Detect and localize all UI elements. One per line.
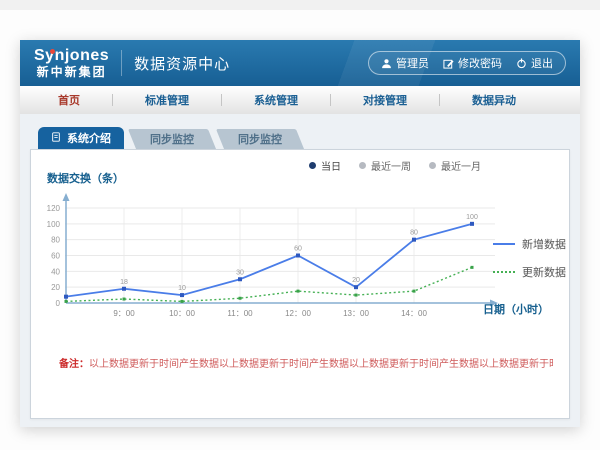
- radio-dot-icon: [429, 162, 436, 169]
- svg-text:12：00: 12：00: [285, 309, 311, 318]
- power-icon: [516, 58, 527, 69]
- header-divider: [121, 50, 122, 76]
- nav-separator: [112, 94, 113, 106]
- svg-text:9：00: 9：00: [113, 309, 135, 318]
- svg-text:11：00: 11：00: [227, 309, 253, 318]
- svg-text:30: 30: [236, 269, 244, 276]
- change-password-button[interactable]: 修改密码: [443, 55, 502, 71]
- nav-item-interface-mgmt[interactable]: 对接管理: [359, 92, 411, 108]
- nav-separator: [330, 94, 331, 106]
- radio-last-month[interactable]: 最近一月: [429, 158, 481, 173]
- page-title: 数据资源中心: [134, 53, 230, 74]
- svg-text:20: 20: [51, 283, 60, 292]
- svg-text:18: 18: [120, 279, 128, 286]
- logo-text: Synjones: [34, 48, 109, 64]
- content-area: 系统介绍 同步监控 同步监控 当日 最近一周: [20, 114, 580, 427]
- y-axis-title: 数据交换（条）: [47, 170, 124, 186]
- svg-text:60: 60: [51, 252, 60, 261]
- tab-sync-monitor-1[interactable]: 同步监控: [128, 129, 216, 149]
- legend-item-new-data: 新增数据: [493, 236, 566, 252]
- company-logo: Synjones 新中新集团: [34, 48, 109, 78]
- page-top-strip: [0, 0, 600, 10]
- chart-panel: 当日 最近一周 最近一月 数据交换（条） 0 20 40 60 80 100 120 9：00…: [30, 149, 570, 419]
- svg-text:100: 100: [466, 214, 478, 221]
- chart-legend: 新增数据 更新数据: [493, 236, 566, 280]
- svg-text:120: 120: [47, 204, 61, 213]
- nav-item-standard-mgmt[interactable]: 标准管理: [141, 92, 193, 108]
- legend-item-updated-data: 更新数据: [493, 264, 566, 280]
- logo-red-dot-icon: [50, 49, 55, 54]
- svg-text:14：00: 14：00: [401, 309, 427, 318]
- tab-sync-monitor-2[interactable]: 同步监控: [216, 129, 304, 149]
- svg-text:100: 100: [47, 220, 61, 229]
- nav-item-system-mgmt[interactable]: 系统管理: [250, 92, 302, 108]
- svg-text:60: 60: [294, 246, 302, 253]
- radio-dot-icon: [359, 162, 366, 169]
- svg-text:0: 0: [56, 299, 61, 308]
- footnote-text: 以上数据更新于时间产生数据以上数据更新于时间产生数据以上数据更新于时间产生数据以…: [89, 359, 553, 370]
- svg-text:80: 80: [410, 230, 418, 237]
- document-icon: [51, 132, 61, 145]
- svg-text:10：00: 10：00: [169, 309, 195, 318]
- app-header: Synjones 新中新集团 数据资源中心 管理员 修改密码: [20, 40, 580, 86]
- radio-last-week[interactable]: 最近一周: [359, 158, 411, 173]
- nav-item-home[interactable]: 首页: [54, 92, 84, 108]
- edit-icon: [443, 58, 454, 69]
- legend-line-dotted-icon: [493, 271, 515, 273]
- tab-bar: 系统介绍 同步监控 同步监控: [38, 127, 300, 149]
- nav-separator: [439, 94, 440, 106]
- radio-dot-icon: [309, 162, 316, 169]
- x-axis-title: 日期（小时）: [483, 301, 549, 317]
- svg-text:20: 20: [352, 277, 360, 284]
- footnote: 备注：以上数据更新于时间产生数据以上数据更新于时间产生数据以上数据更新于时间产生…: [59, 355, 553, 370]
- user-icon: [381, 58, 392, 69]
- main-nav: 首页 标准管理 系统管理 对接管理 数据异动: [20, 86, 580, 115]
- radio-today[interactable]: 当日: [309, 158, 341, 173]
- svg-text:80: 80: [51, 236, 60, 245]
- user-toolbar: 管理员 修改密码 退出: [368, 51, 566, 75]
- svg-text:40: 40: [51, 267, 60, 276]
- app-window: Synjones 新中新集团 数据资源中心 管理员 修改密码: [20, 40, 580, 427]
- logout-button[interactable]: 退出: [516, 55, 553, 71]
- logo-subtext: 新中新集团: [34, 66, 109, 78]
- tab-system-intro[interactable]: 系统介绍: [38, 127, 124, 149]
- nav-item-data-change[interactable]: 数据异动: [468, 92, 520, 108]
- user-account-button[interactable]: 管理员: [381, 55, 429, 71]
- time-range-filter: 当日 最近一周 最近一月: [309, 158, 481, 173]
- svg-text:10: 10: [178, 285, 186, 292]
- nav-separator: [221, 94, 222, 106]
- footnote-prefix: 备注：: [59, 359, 89, 370]
- legend-line-solid-icon: [493, 243, 515, 245]
- svg-text:13：00: 13：00: [343, 309, 369, 318]
